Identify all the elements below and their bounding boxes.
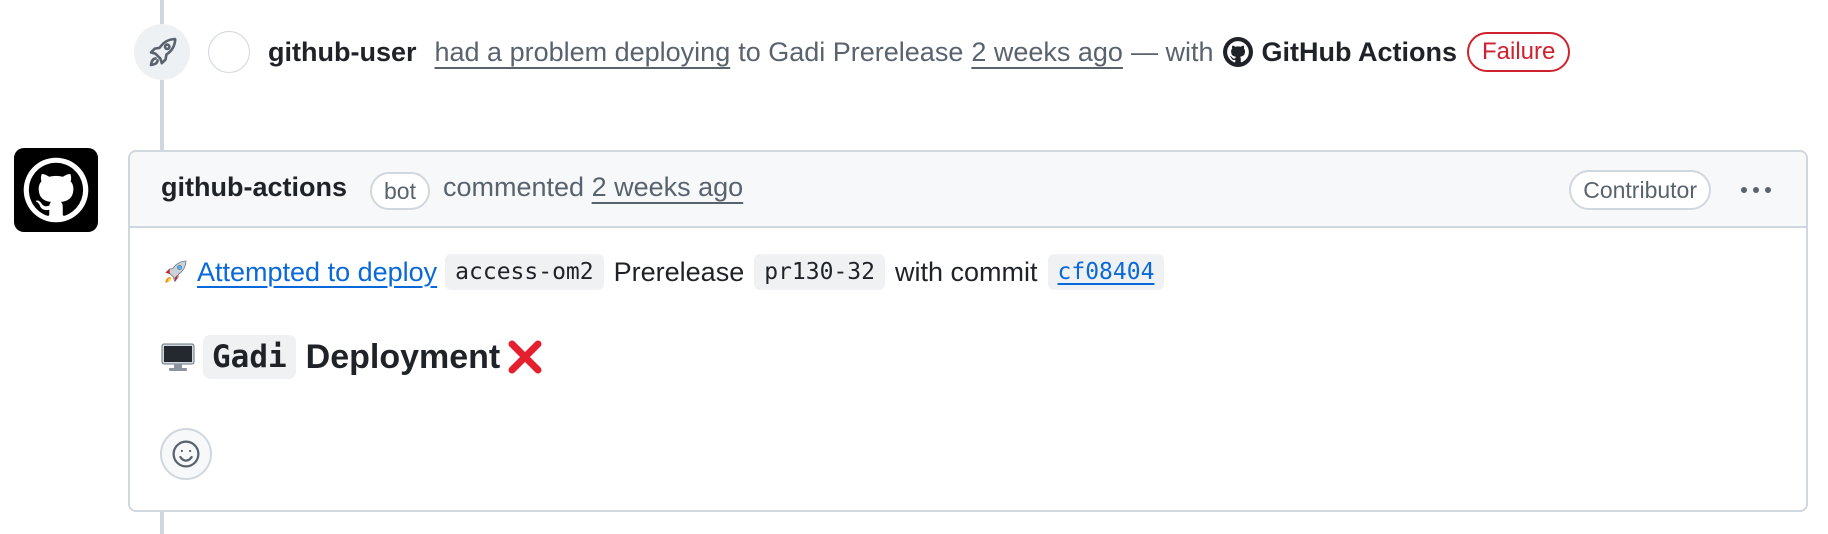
red-cross-icon bbox=[508, 340, 542, 374]
status-badge: Failure bbox=[1466, 32, 1571, 72]
avatar[interactable] bbox=[208, 31, 250, 73]
add-reaction-button[interactable] bbox=[160, 428, 212, 480]
github-mark-icon bbox=[1223, 37, 1254, 67]
event-actor-link[interactable]: github-user bbox=[268, 37, 417, 68]
deploy-run-link[interactable]: Attempted to deploy bbox=[197, 257, 437, 288]
heading-text: Deployment bbox=[305, 337, 501, 376]
comment-time-link[interactable]: 2 weeks ago bbox=[592, 172, 744, 202]
kebab-horizontal-icon[interactable] bbox=[1736, 170, 1776, 210]
comment-body: Attempted to deploy access-om2 Prereleas… bbox=[161, 250, 1775, 382]
comment-author-link[interactable]: github-actions bbox=[161, 172, 347, 203]
event-action-link[interactable]: had a problem deploying bbox=[435, 37, 731, 68]
commit-link[interactable]: cf08404 bbox=[1047, 254, 1165, 290]
comment-meta: commented 2 weeks ago bbox=[443, 172, 743, 203]
event-app-link[interactable]: GitHub Actions bbox=[1261, 37, 1457, 68]
bot-badge: bot bbox=[370, 172, 430, 210]
rocket-icon bbox=[134, 24, 190, 80]
github-actions-avatar[interactable] bbox=[14, 148, 98, 232]
deployment-event: github-user had a problem deploying to G… bbox=[268, 28, 1571, 76]
event-time-link[interactable]: 2 weeks ago bbox=[971, 37, 1123, 68]
timeline: github-user had a problem deploying to G… bbox=[0, 0, 1828, 534]
repo-code: access-om2 bbox=[445, 254, 604, 290]
comment-header: github-actions bot commented 2 weeks ago… bbox=[130, 152, 1806, 228]
deploy-summary-line: Attempted to deploy access-om2 Prereleas… bbox=[161, 250, 1775, 294]
github-mark-icon bbox=[23, 157, 89, 223]
event-target-text: to Gadi Prerelease bbox=[738, 36, 964, 67]
comment-box: github-actions bot commented 2 weeks ago… bbox=[128, 150, 1808, 512]
smiley-icon bbox=[172, 440, 200, 468]
computer-monitor-icon bbox=[161, 342, 195, 372]
event-with-text: — with bbox=[1130, 36, 1214, 67]
with-commit-text: with commit bbox=[895, 256, 1038, 287]
commented-label: commented bbox=[443, 172, 585, 202]
heading-code: Gadi bbox=[203, 335, 296, 379]
rocket-emoji-icon bbox=[161, 258, 189, 286]
deployment-heading: Gadi Deployment bbox=[161, 332, 1775, 382]
role-badge: Contributor bbox=[1569, 170, 1711, 210]
tag-code: pr130-32 bbox=[754, 254, 885, 290]
prerelease-text: Prerelease bbox=[613, 256, 745, 287]
